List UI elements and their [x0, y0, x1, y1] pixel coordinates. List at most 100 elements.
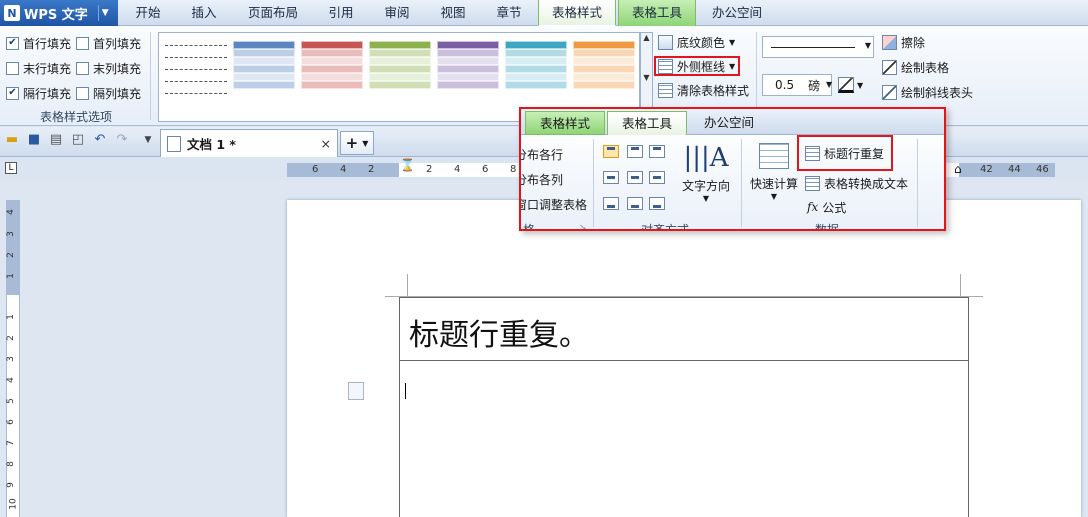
indent-marker[interactable]: ⌛: [400, 159, 415, 180]
quick-calc-button[interactable]: 快速计算 ▼: [747, 143, 801, 201]
chevron-down-icon[interactable]: ▼: [729, 38, 735, 47]
app-name: WPS 文字: [24, 7, 88, 23]
popup-tab-table-tools[interactable]: 表格工具: [607, 111, 687, 135]
align-middle-left-icon[interactable]: [603, 171, 619, 184]
ruler-label: 6: [312, 164, 319, 175]
right-indent-marker[interactable]: ⌂: [954, 162, 962, 176]
checkbox-last-col[interactable]: 末列填充: [76, 59, 146, 77]
tab-table-style[interactable]: 表格样式: [538, 0, 616, 26]
swatch-row: [437, 73, 499, 81]
align-middle-right-icon[interactable]: [649, 171, 665, 184]
close-icon[interactable]: ×: [321, 136, 331, 151]
customize-toolbar-icon[interactable]: ▼: [140, 132, 156, 148]
tab-stop-selector[interactable]: L: [5, 162, 17, 174]
table-to-text-button[interactable]: 表格转换成文本: [805, 173, 908, 193]
style-swatch[interactable]: [233, 41, 295, 93]
redo-icon[interactable]: ↷: [114, 132, 130, 148]
autofit-window-button[interactable]: 窗口调整表格: [521, 193, 587, 218]
checkbox-first-row[interactable]: ✔ 首行填充: [6, 34, 76, 52]
chevron-down-icon[interactable]: ▼: [729, 62, 735, 71]
chevron-down-icon[interactable]: ▼: [675, 194, 737, 203]
align-top-center-icon[interactable]: [627, 145, 643, 158]
formula-button[interactable]: fx 公式: [807, 197, 846, 217]
style-swatch[interactable]: [301, 41, 363, 93]
document-tab[interactable]: 文档 1 * ×: [160, 129, 338, 157]
shading-color-button[interactable]: 底纹颜色 ▼: [658, 32, 758, 52]
ruler-label: 2: [426, 164, 433, 175]
chevron-down-icon[interactable]: ▼: [826, 80, 832, 89]
repeat-header-row-button[interactable]: 标题行重复: [797, 135, 893, 171]
align-middle-center-icon[interactable]: [627, 171, 643, 184]
chevron-down-icon[interactable]: ▼: [97, 5, 112, 21]
text-cursor: [405, 383, 406, 399]
undo-icon[interactable]: ↶: [92, 132, 108, 148]
dialog-launcher-icon[interactable]: ↘: [579, 223, 587, 229]
tab-table-tools[interactable]: 表格工具: [618, 0, 696, 26]
open-folder-icon[interactable]: ▬: [4, 132, 20, 148]
align-top-right-icon[interactable]: [649, 145, 665, 158]
distribute-cols-button[interactable]: 分布各列: [521, 168, 587, 193]
chevron-down-icon[interactable]: ▼: [643, 73, 649, 82]
tab-review[interactable]: 审阅: [374, 0, 420, 26]
app-menu-button[interactable]: N WPS 文字 ▼: [0, 0, 118, 26]
ruler-label: 8: [510, 164, 517, 175]
style-swatch[interactable]: [573, 41, 635, 93]
style-swatch[interactable]: [505, 41, 567, 93]
checkbox-banded-cols[interactable]: 隔列填充: [76, 84, 146, 102]
tab-references[interactable]: 引用: [318, 0, 364, 26]
swatch-row: [573, 57, 635, 65]
group-divider: [741, 139, 742, 227]
eraser-icon: [882, 34, 897, 50]
swatch-row: [369, 65, 431, 73]
draw-table-icon: [882, 59, 897, 75]
checkbox-first-col[interactable]: 首列填充: [76, 34, 146, 52]
popup-tab-bar: 表格样式 表格工具 办公空间: [521, 109, 944, 135]
checkbox-last-row[interactable]: 末行填充: [6, 59, 76, 77]
draw-diagonal-header-button[interactable]: 绘制斜线表头: [882, 82, 992, 102]
document-table[interactable]: 标题行重复。: [399, 297, 969, 517]
tab-insert[interactable]: 插入: [180, 0, 228, 26]
swatch-row: [233, 81, 295, 89]
draw-table-button[interactable]: 绘制表格: [882, 57, 992, 77]
alignment-caption: 对齐方式: [641, 223, 690, 231]
document-icon: [167, 135, 181, 152]
popup-tab-table-style[interactable]: 表格样式: [525, 111, 605, 135]
chevron-down-icon[interactable]: ▼: [865, 41, 871, 50]
tab-view[interactable]: 视图: [430, 0, 476, 26]
tab-section[interactable]: 章节: [486, 0, 532, 26]
ruler-label: 3: [5, 356, 16, 362]
align-bottom-left-icon[interactable]: [603, 197, 619, 210]
new-document-button[interactable]: + ▼: [340, 131, 374, 155]
tab-page-layout[interactable]: 页面布局: [238, 0, 308, 26]
style-swatch-plain[interactable]: [165, 41, 227, 94]
ruler-label: 5: [5, 398, 16, 404]
table-header-cell[interactable]: 标题行重复。: [400, 298, 968, 361]
clear-table-style-button[interactable]: 清除表格样式: [658, 80, 758, 100]
align-bottom-right-icon[interactable]: [649, 197, 665, 210]
chevron-down-icon[interactable]: ▼: [857, 81, 863, 90]
distribute-rows-button[interactable]: 分布各行: [521, 143, 587, 168]
checkbox-empty-icon: [76, 61, 89, 75]
outer-border-button[interactable]: 外侧框线 ▼: [654, 56, 740, 76]
chevron-down-icon[interactable]: ▼: [362, 139, 368, 148]
text-direction-button[interactable]: |||A 文字方向 ▼: [675, 143, 737, 203]
checkbox-banded-rows[interactable]: ✔ 隔行填充: [6, 84, 76, 102]
erase-button[interactable]: 擦除: [882, 32, 992, 52]
print-icon[interactable]: ▤: [48, 132, 64, 148]
align-top-left-icon[interactable]: [603, 145, 619, 158]
swatch-row: [233, 65, 295, 73]
save-icon[interactable]: ■: [26, 132, 42, 148]
chevron-down-icon[interactable]: ▼: [747, 192, 801, 201]
line-weight-select[interactable]: 0.5 磅: [762, 74, 832, 96]
tab-office-space[interactable]: 办公空间: [702, 0, 772, 26]
pen-color-button[interactable]: ▼: [838, 76, 866, 94]
chevron-up-icon[interactable]: ▲: [643, 33, 649, 42]
swatch-row: [301, 57, 363, 65]
line-style-select[interactable]: ▼: [762, 36, 874, 58]
tab-home[interactable]: 开始: [124, 0, 172, 26]
style-swatch[interactable]: [437, 41, 499, 93]
align-bottom-center-icon[interactable]: [627, 197, 643, 210]
print-preview-icon[interactable]: ◰: [70, 132, 86, 148]
style-swatch[interactable]: [369, 41, 431, 93]
popup-tab-office-space[interactable]: 办公空间: [689, 111, 769, 135]
